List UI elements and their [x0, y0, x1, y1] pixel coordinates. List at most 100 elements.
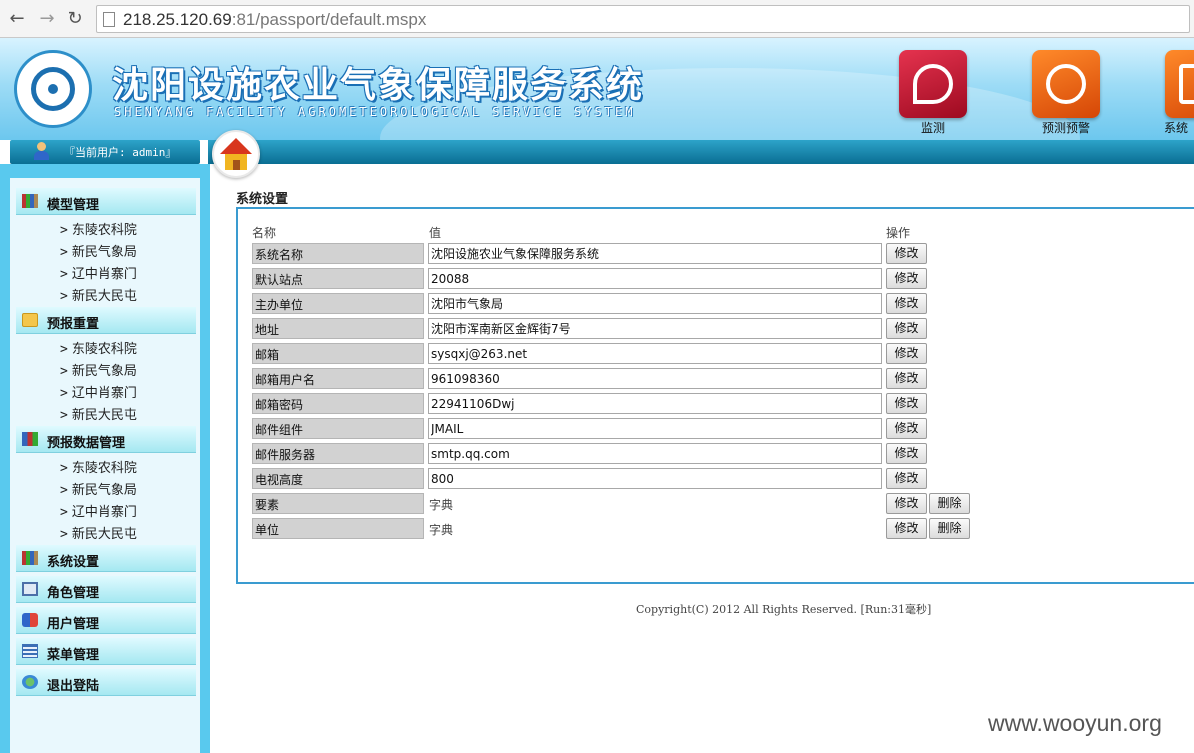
setting-dict-value: 字典	[429, 498, 454, 512]
setting-value-input[interactable]	[428, 393, 882, 414]
chip-icon	[1165, 50, 1194, 118]
menu-menu-management[interactable]: 菜单管理	[16, 638, 196, 665]
user-book-icon	[22, 613, 38, 627]
menu-sub-item[interactable]: > 新民气象局	[60, 241, 137, 260]
sub-item-label: 辽中肖寨门	[71, 267, 137, 282]
delete-button[interactable]: 删除	[929, 518, 970, 539]
delete-button[interactable]: 删除	[929, 493, 970, 514]
site-title: 沈阳设施农业气象保障服务系统	[112, 65, 645, 106]
edit-button[interactable]: 修改	[886, 268, 927, 289]
setting-value-input[interactable]	[428, 243, 882, 264]
books-icon	[22, 194, 38, 208]
edit-button[interactable]: 修改	[886, 243, 927, 264]
setting-name: 邮箱用户名	[252, 368, 424, 389]
edit-button[interactable]: 修改	[886, 493, 927, 514]
setting-value-input[interactable]	[428, 343, 882, 364]
edit-button[interactable]: 修改	[886, 418, 927, 439]
setting-value-input[interactable]	[428, 468, 882, 489]
sub-item-label: 东陵农科院	[71, 461, 137, 476]
url-text: 218.25.120.69:81/passport/default.mspx	[123, 10, 426, 30]
sub-item-label: 辽中肖寨门	[71, 386, 137, 401]
setting-name: 默认站点	[252, 268, 424, 289]
arrow: >	[60, 342, 68, 357]
address-bar[interactable]: 218.25.120.69:81/passport/default.mspx	[96, 5, 1190, 33]
setting-value-input[interactable]	[428, 268, 882, 289]
menu-forecast-data-management[interactable]: 预报数据管理	[16, 426, 196, 453]
arrow: >	[60, 505, 68, 520]
menu-logout[interactable]: 退出登陆	[16, 669, 196, 696]
setting-name: 电视高度	[252, 468, 424, 489]
menu-sub-item[interactable]: > 辽中肖寨门	[60, 263, 137, 282]
edit-button[interactable]: 修改	[886, 343, 927, 364]
edit-button[interactable]: 修改	[886, 293, 927, 314]
menu-label: 退出登陆	[47, 679, 100, 694]
menu-forecast-reset[interactable]: 预报重置	[16, 307, 196, 334]
sub-item-label: 新民大民屯	[71, 408, 137, 423]
setting-value-input[interactable]	[428, 443, 882, 464]
menu-label: 菜单管理	[47, 648, 100, 663]
menu-sub-item[interactable]: > 东陵农科院	[60, 219, 137, 238]
home-icon[interactable]	[212, 130, 260, 178]
setting-value-input[interactable]	[428, 293, 882, 314]
sub-item-label: 新民气象局	[71, 483, 137, 498]
menu-role-management[interactable]: 角色管理	[16, 576, 196, 603]
list-icon	[22, 644, 38, 658]
setting-value-input[interactable]	[428, 418, 882, 439]
menu-label: 预报数据管理	[47, 436, 126, 451]
folder-icon	[22, 313, 38, 327]
back-arrow-icon[interactable]: ←	[6, 8, 28, 30]
menu-user-management[interactable]: 用户管理	[16, 607, 196, 634]
edit-button[interactable]: 修改	[886, 368, 927, 389]
watermark: www.wooyun.org	[988, 710, 1162, 736]
nav-system[interactable]: 系统	[1164, 50, 1194, 140]
edit-button[interactable]: 修改	[886, 468, 927, 489]
edit-button[interactable]: 修改	[886, 393, 927, 414]
reload-icon[interactable]: ↻	[64, 8, 86, 30]
edit-button[interactable]: 修改	[886, 443, 927, 464]
sidebar-menu: 模型管理 > 东陵农科院 > 新民气象局 > 辽中肖寨门 > 新民大民屯 预报重置 > 东…	[10, 178, 200, 753]
menu-sub-item[interactable]: > 辽中肖寨门	[60, 501, 137, 520]
nav-forecast-warning[interactable]: 预测预警	[1031, 50, 1101, 140]
setting-value-input[interactable]	[428, 318, 882, 339]
edit-button[interactable]: 修改	[886, 518, 927, 539]
menu-sub-item[interactable]: > 辽中肖寨门	[60, 382, 137, 401]
browser-toolbar: ← → ↻ 218.25.120.69:81/passport/default.…	[0, 0, 1194, 38]
menu-sub-item[interactable]: > 新民气象局	[60, 360, 137, 379]
sub-item-label: 新民大民屯	[71, 527, 137, 542]
menu-model-management[interactable]: 模型管理	[16, 188, 196, 215]
menu-sub-item[interactable]: > 新民气象局	[60, 479, 137, 498]
arrow: >	[60, 527, 68, 542]
setting-value-input[interactable]	[428, 368, 882, 389]
globe-icon	[1032, 50, 1100, 118]
sub-item-label: 新民气象局	[71, 245, 137, 260]
page-icon	[103, 12, 115, 27]
column-header-action: 操作	[886, 226, 911, 240]
setting-dict-value: 字典	[429, 523, 454, 537]
site-subtitle: SHENYANG FACILITY AGROMETEOROLOGICAL SER…	[114, 105, 636, 119]
setting-name: 地址	[252, 318, 424, 339]
menu-label: 模型管理	[47, 198, 100, 213]
arrow: >	[60, 386, 68, 401]
edit-button[interactable]: 修改	[886, 318, 927, 339]
setting-name: 系统名称	[252, 243, 424, 264]
arrow: >	[60, 223, 68, 238]
setting-name: 主办单位	[252, 293, 424, 314]
menu-sub-item[interactable]: > 新民大民屯	[60, 404, 137, 423]
sub-item-label: 东陵农科院	[71, 342, 137, 357]
user-icon	[34, 142, 49, 160]
sidebar: 模型管理 > 东陵农科院 > 新民气象局 > 辽中肖寨门 > 新民大民屯 预报重置 > 东…	[0, 164, 210, 753]
satellite-dish-icon	[899, 50, 967, 118]
menu-system-settings[interactable]: 系统设置	[16, 545, 196, 572]
current-user-bar: 『当前用户: admin』	[10, 140, 200, 164]
sub-item-label: 新民气象局	[71, 364, 137, 379]
nav-monitor[interactable]: 监测	[898, 50, 968, 140]
column-header-name: 名称	[252, 226, 277, 240]
menu-sub-item[interactable]: > 东陵农科院	[60, 338, 137, 357]
column-header-value: 值	[429, 226, 442, 240]
menu-sub-item[interactable]: > 新民大民屯	[60, 523, 137, 542]
forward-arrow-icon[interactable]: →	[36, 8, 58, 30]
setting-name: 邮箱密码	[252, 393, 424, 414]
url-path: :81/passport/default.mspx	[231, 10, 427, 29]
menu-sub-item[interactable]: > 东陵农科院	[60, 457, 137, 476]
menu-sub-item[interactable]: > 新民大民屯	[60, 285, 137, 304]
